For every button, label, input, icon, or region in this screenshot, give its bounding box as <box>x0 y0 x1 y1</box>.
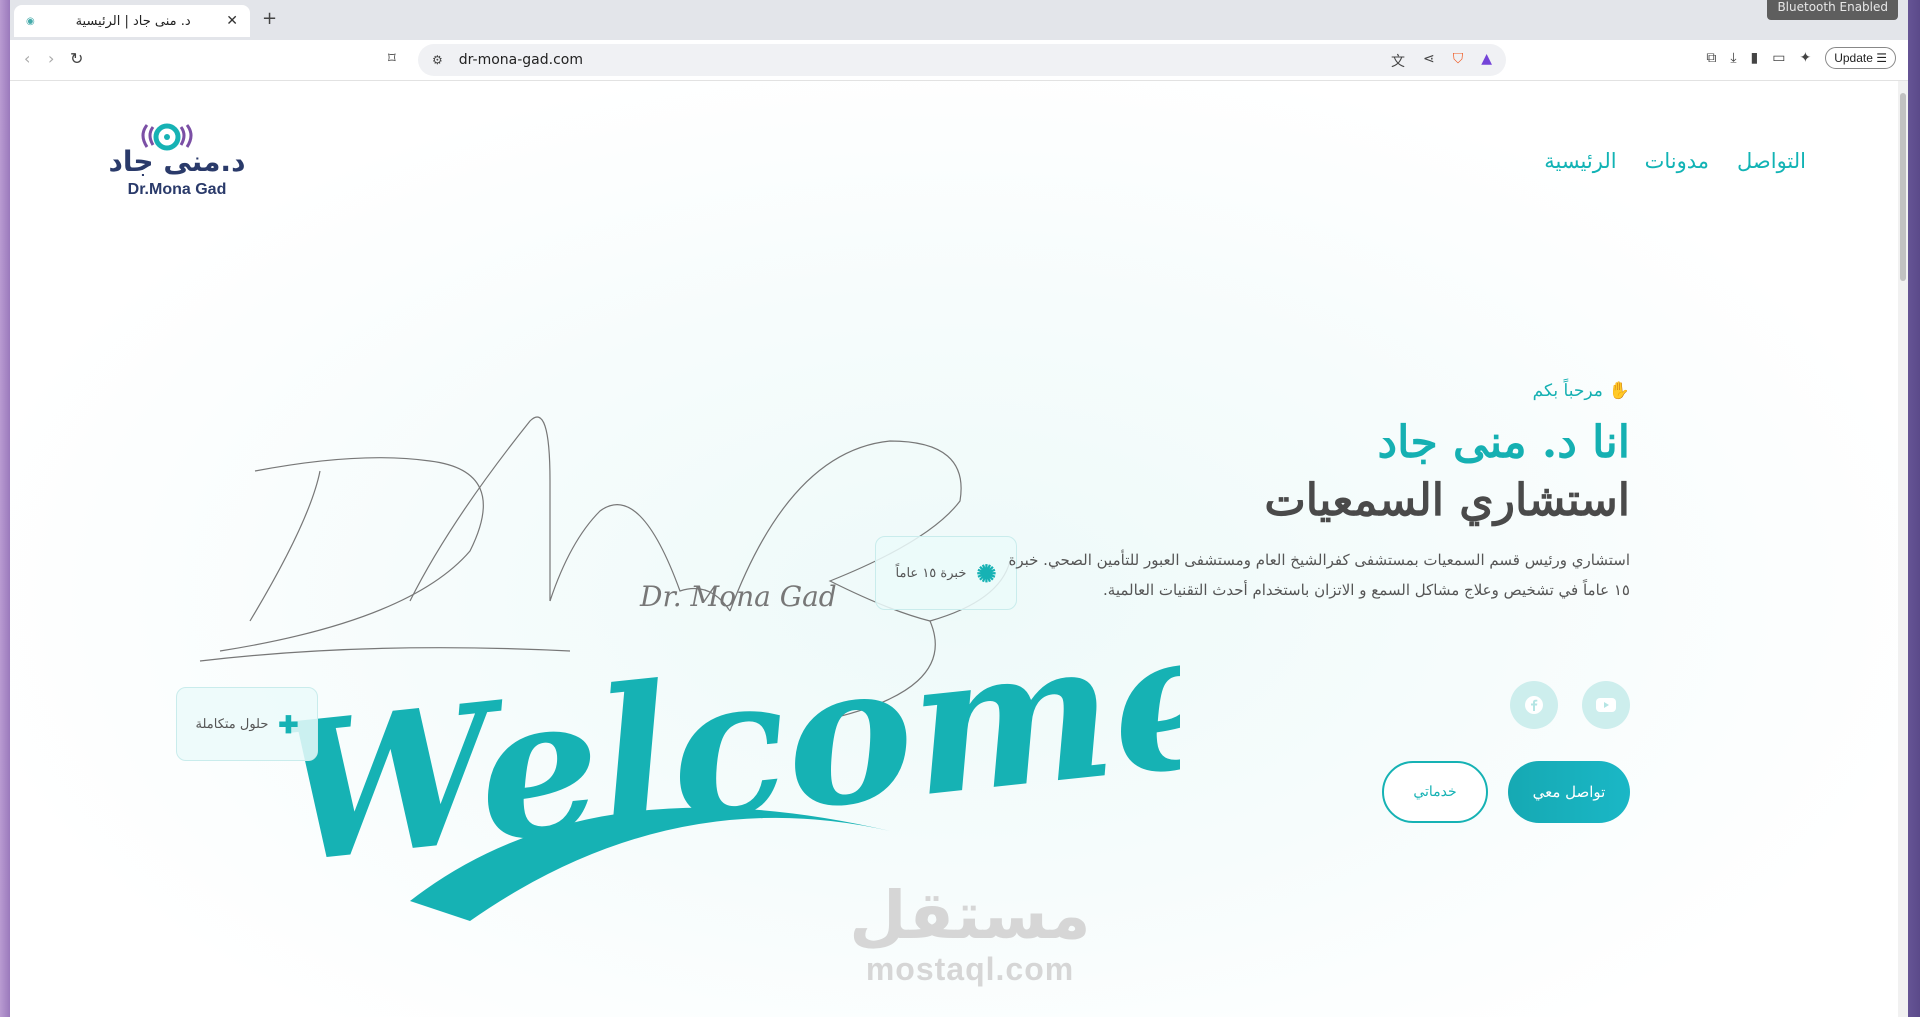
watermark-english: mostaql.com <box>865 951 1075 987</box>
address-bar[interactable]: ⚙ dr-mona-gad.com 文 ⋖ ⛉ ▲ <box>418 44 1506 76</box>
scroll-thumb[interactable] <box>1900 93 1906 281</box>
forward-icon[interactable]: › <box>48 49 54 68</box>
back-icon[interactable]: ‹ <box>24 49 30 68</box>
social-links <box>1510 681 1630 729</box>
notification-badge: Bluetooth Enabled <box>1767 0 1898 20</box>
youtube-icon <box>1596 698 1616 712</box>
cta-buttons: تواصل معي خدماتي <box>1382 761 1630 823</box>
new-tab-button[interactable]: + <box>262 8 277 29</box>
main-nav: الرئيسية مدونات التواصل <box>1544 149 1806 173</box>
bookmark-icon[interactable]: ⌑ <box>388 49 396 67</box>
waving-hand-icon: ✋ <box>1608 381 1630 401</box>
toolbar: ‹ › ↻ ⌑ ⚙ dr-mona-gad.com 文 ⋖ ⛉ ▲ ⧉ ⤓ ▮ … <box>10 40 1908 81</box>
logo-arabic: د.منى جاد <box>108 145 246 178</box>
sidebar-icon[interactable]: ▮ <box>1751 50 1759 66</box>
watermark: مستقل mostaql.com <box>840 881 1100 988</box>
active-tab[interactable]: ◉ د. منى جاد | الرئيسية ✕ <box>14 5 250 37</box>
greeting: ✋مرحباً بكم <box>990 381 1630 401</box>
update-label: Update <box>1834 51 1873 65</box>
watermark-arabic: مستقل <box>849 877 1091 954</box>
close-icon[interactable]: ✕ <box>226 13 238 29</box>
translate-icon[interactable]: 文 <box>1391 51 1405 71</box>
contact-me-button[interactable]: تواصل معي <box>1508 761 1630 823</box>
greeting-text: مرحباً بكم <box>1532 381 1603 401</box>
browser-window: ◉ د. منى جاد | الرئيسية ✕ + Bluetooth En… <box>10 0 1908 1017</box>
logo-english: Dr.Mona Gad <box>127 181 227 198</box>
wallet-icon[interactable]: ▭ <box>1772 50 1785 66</box>
hero-text: ✋مرحباً بكم انا د. منى جاد استشاري السمع… <box>990 381 1630 605</box>
experience-label: خبرة ١٥ عاماً <box>895 565 967 581</box>
tab-strip: ◉ د. منى جاد | الرئيسية ✕ + Bluetooth En… <box>10 0 1908 40</box>
solutions-badge: ✚ حلول متكاملة <box>176 687 318 761</box>
web-page: د.منى جاد Dr.Mona Gad الرئيسية مدونات ال… <box>10 81 1898 1017</box>
site-settings-icon[interactable]: ⚙ <box>432 53 443 67</box>
download-icon[interactable]: ⤓ <box>1730 50 1736 66</box>
hero-title-role: استشاري السمعيات <box>1264 475 1630 526</box>
update-button[interactable]: Update ☰ <box>1825 47 1896 69</box>
welcome-text: Welcome <box>270 584 1180 906</box>
favicon-icon: ◉ <box>26 16 35 27</box>
hero-bio: استشاري ورئيس قسم السمعيات بمستشفى كفرال… <box>1008 551 1630 599</box>
facebook-icon <box>1525 696 1543 714</box>
nav-blogs[interactable]: مدونات <box>1645 149 1709 173</box>
tab-title: د. منى جاد | الرئيسية <box>75 13 191 29</box>
youtube-link[interactable] <box>1582 681 1630 729</box>
brave-shield-icon[interactable]: ⛉ <box>1453 51 1464 71</box>
my-services-button[interactable]: خدماتي <box>1382 761 1488 823</box>
site-logo[interactable]: د.منى جاد Dr.Mona Gad <box>107 121 247 201</box>
url-text: dr-mona-gad.com <box>458 52 583 68</box>
rewards-icon[interactable]: ▲ <box>1481 51 1492 71</box>
solutions-label: حلول متكاملة <box>195 716 269 732</box>
extensions-icon[interactable]: ⧉ <box>1706 50 1716 66</box>
page-scrollbar[interactable] <box>1898 81 1908 1017</box>
hero-title-name: انا د. منى جاد <box>1377 417 1630 468</box>
facebook-link[interactable] <box>1510 681 1558 729</box>
plus-icon: ✚ <box>278 709 299 739</box>
signature-text: Dr. Mona Gad <box>639 580 837 613</box>
share-icon[interactable]: ⋖ <box>1423 51 1435 71</box>
nav-contact[interactable]: التواصل <box>1737 149 1806 173</box>
nav-home[interactable]: الرئيسية <box>1544 149 1616 173</box>
reload-icon[interactable]: ↻ <box>70 49 83 68</box>
leo-icon[interactable]: ✦ <box>1799 50 1811 66</box>
